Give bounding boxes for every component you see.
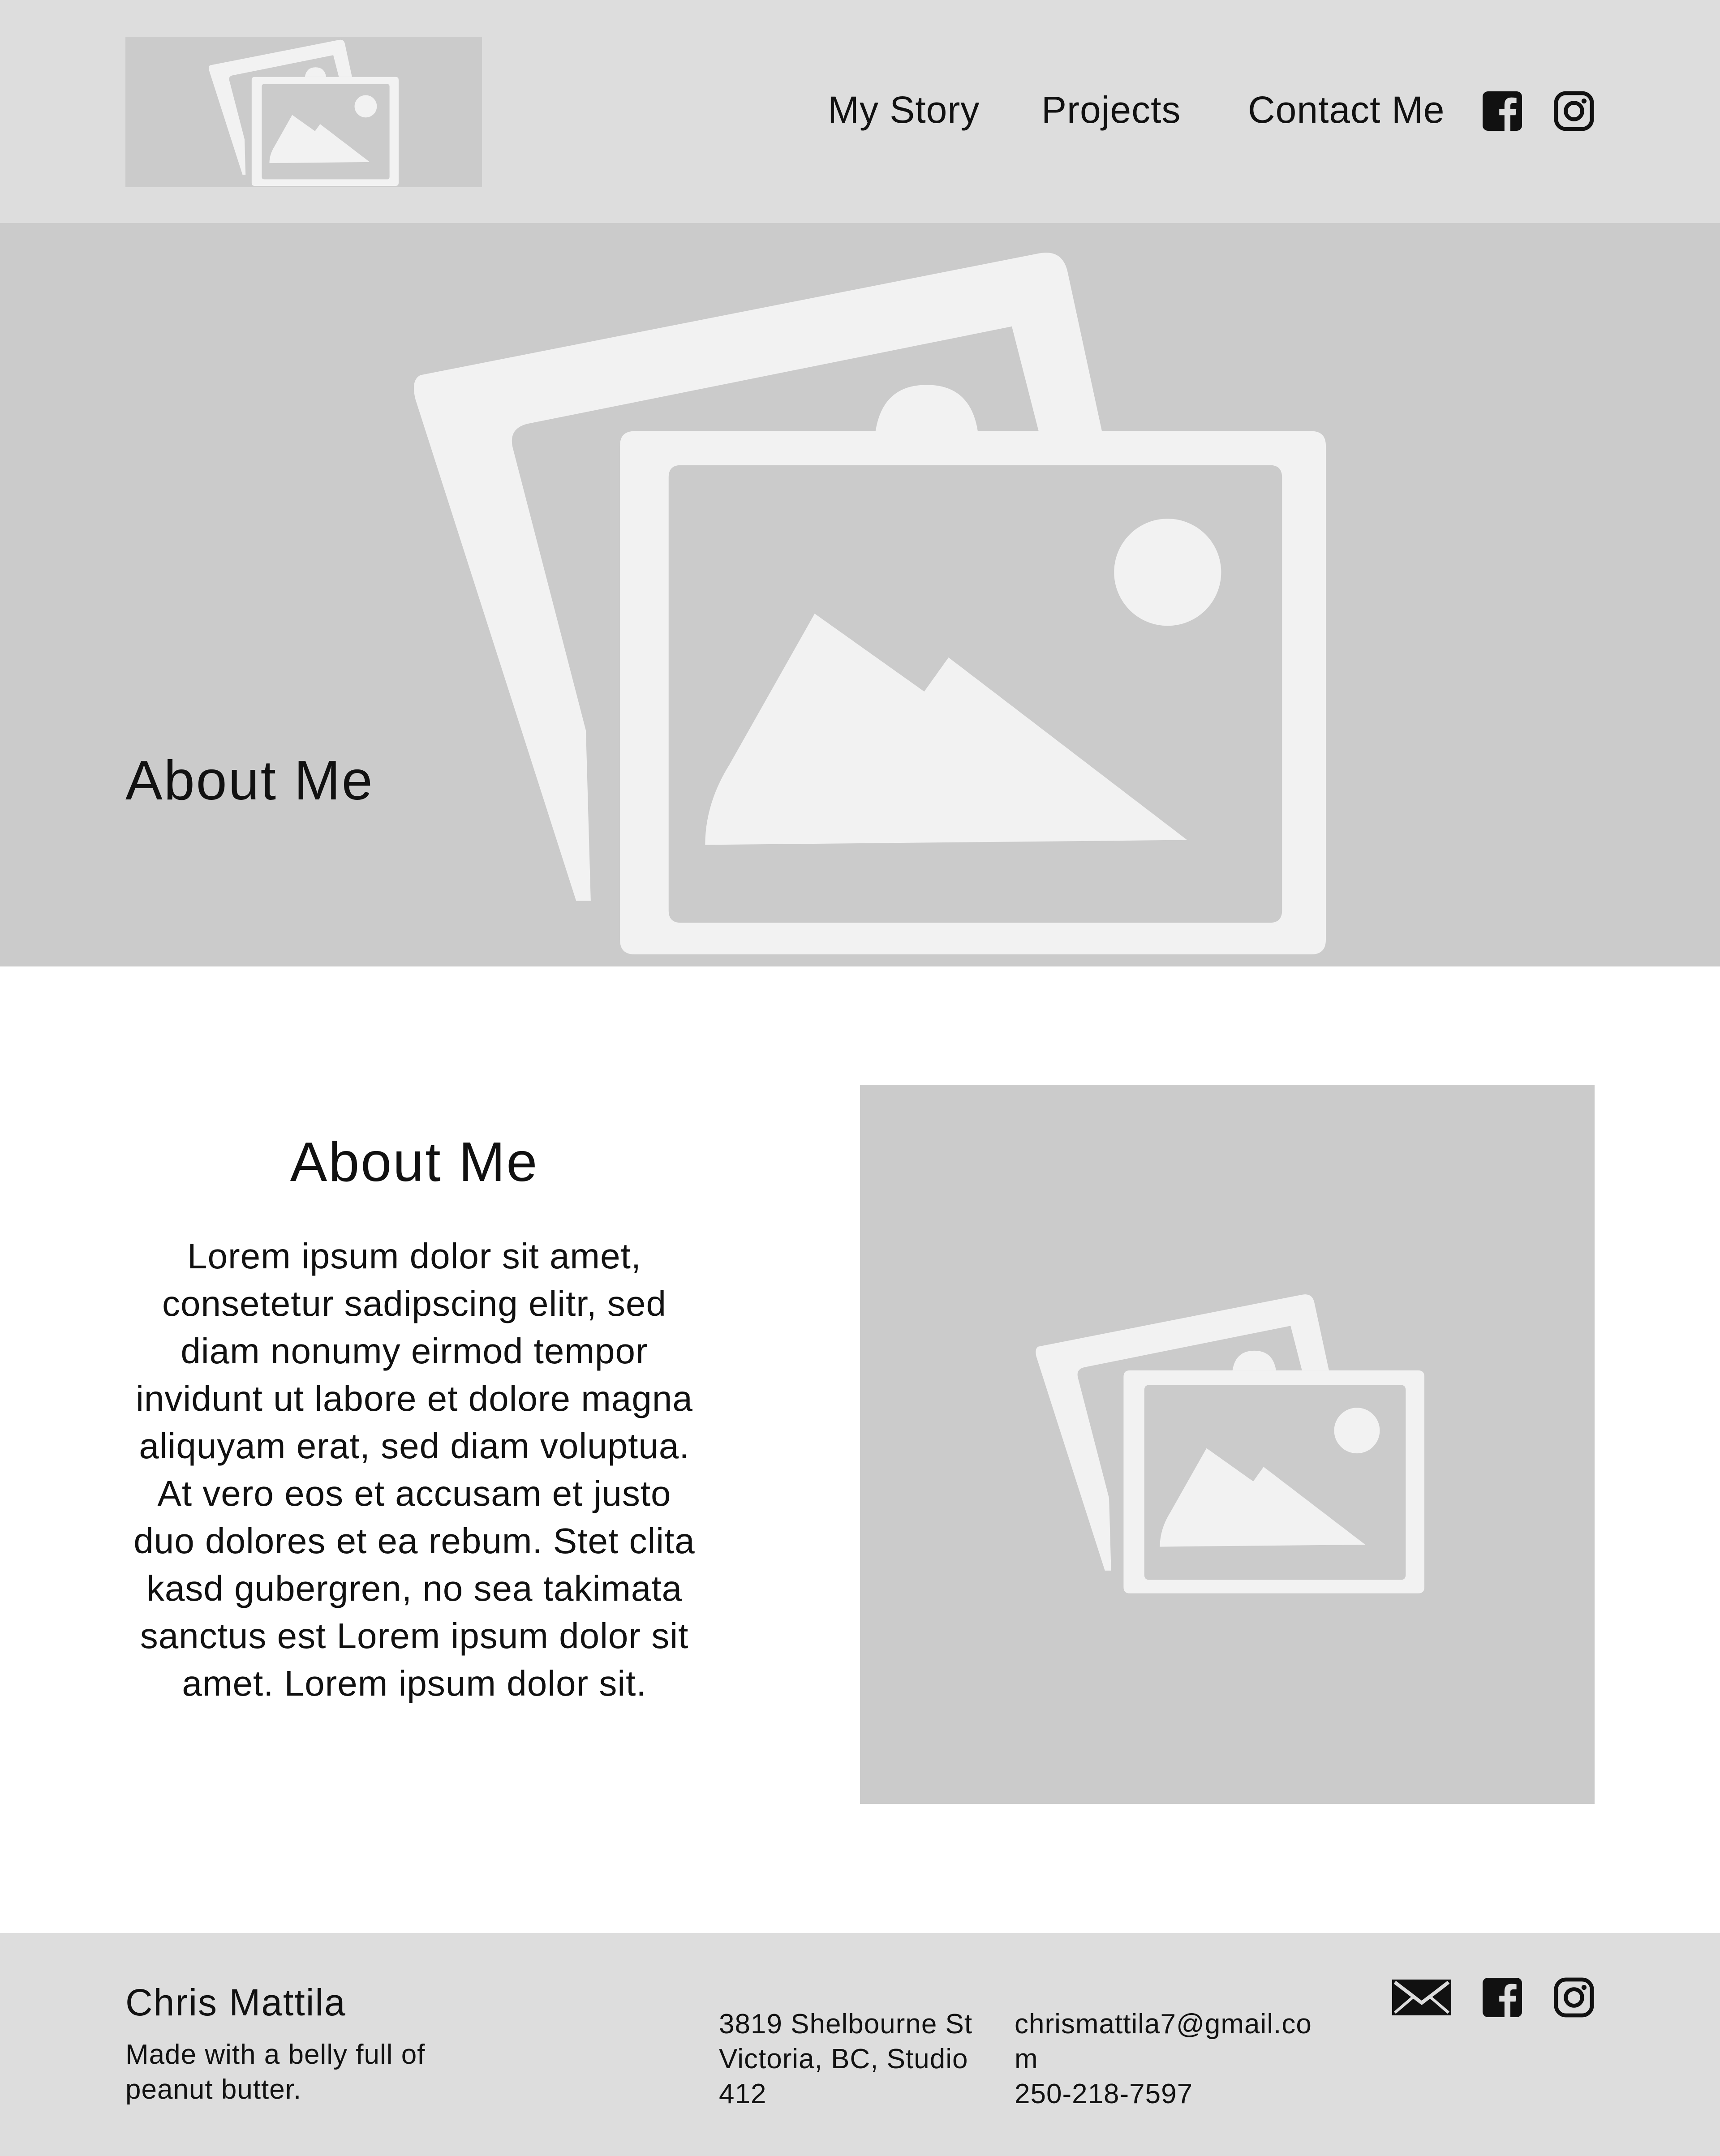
hero-title: About Me <box>125 750 374 812</box>
nav-contact-me[interactable]: Contact Me <box>1248 85 1445 134</box>
image-placeholder-icon <box>1030 1291 1424 1595</box>
footer-contact: chrismattila7@gmail.com 250-218-7597 <box>1015 2007 1328 2112</box>
mail-icon[interactable] <box>1392 1976 1451 2019</box>
footer-address: 3819 Shelbourne St Victoria, BC, Studio … <box>719 2009 973 2109</box>
logo[interactable] <box>125 37 482 187</box>
instagram-icon[interactable] <box>1552 90 1595 133</box>
hero-banner: About Me <box>0 223 1720 966</box>
about-image <box>860 1085 1595 1804</box>
facebook-icon[interactable] <box>1481 1976 1524 2019</box>
facebook-icon[interactable] <box>1481 90 1524 133</box>
footer-email[interactable]: chrismattila7@gmail.com <box>1015 2007 1328 2077</box>
about-paragraph: Lorem ipsum dolor sit amet, consetetur s… <box>133 1236 695 1703</box>
image-placeholder-icon <box>401 245 1326 958</box>
nav-my-story[interactable]: My Story <box>828 85 980 134</box>
footer-name: Chris Mattila <box>125 1981 346 2023</box>
about-heading: About Me <box>290 1131 539 1193</box>
image-placeholder-icon <box>206 39 399 186</box>
instagram-icon[interactable] <box>1552 1976 1595 2019</box>
footer-phone[interactable]: 250-218-7597 <box>1015 2077 1328 2112</box>
nav-projects[interactable]: Projects <box>1041 85 1181 134</box>
footer-tagline: Made with a belly full of peanut butter. <box>125 2039 426 2105</box>
site-footer: Chris Mattila Made with a belly full of … <box>0 1933 1720 2156</box>
site-header: My Story Projects Contact Me <box>0 0 1720 223</box>
